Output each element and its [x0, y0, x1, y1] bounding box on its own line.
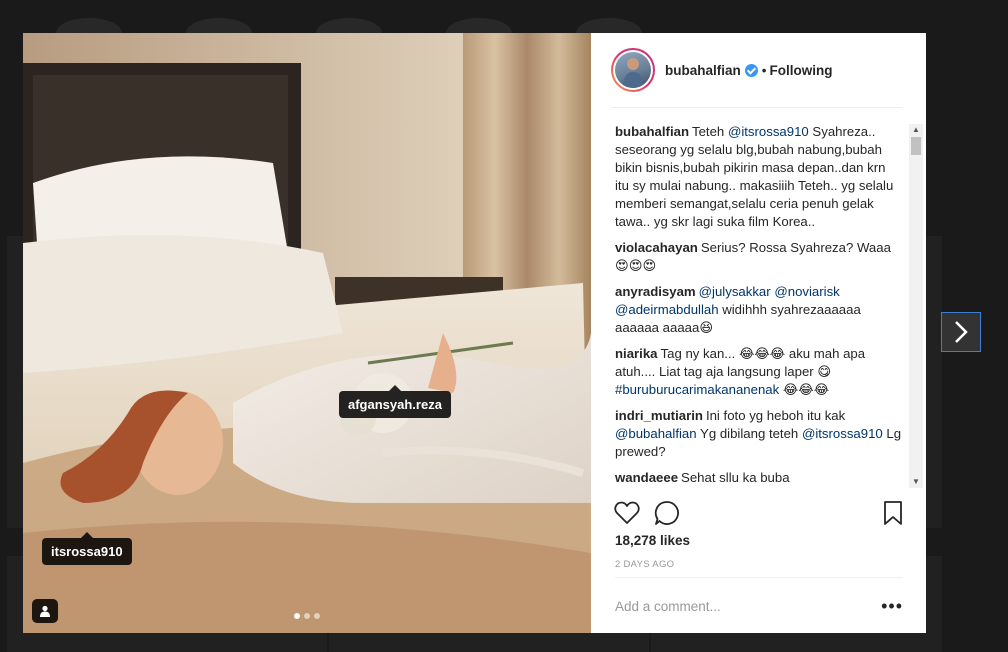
follow-status[interactable]: • Following — [762, 63, 833, 78]
comment-text: Yg dibilang teteh — [696, 426, 802, 441]
heart-outline-icon[interactable] — [613, 499, 641, 527]
speech-bubble-icon[interactable] — [653, 499, 681, 527]
add-comment-input[interactable] — [615, 598, 882, 614]
bookmark-icon[interactable] — [879, 499, 907, 527]
carousel-dots — [23, 613, 591, 619]
comment-text: Sehat sllu ka buba — [681, 470, 790, 485]
comment-mention-link[interactable]: @adeirmabdullah — [615, 302, 719, 317]
comment-text: Syahreza.. seseorang yg selalu blg,bubah… — [615, 124, 894, 229]
following-label: Following — [769, 62, 833, 78]
comment-username[interactable]: niarika — [615, 346, 658, 361]
comment-item: wandaeee Sehat sllu ka buba — [615, 469, 903, 487]
comments-list[interactable]: bubahalfian Teteh @itsrossa910 Syahreza..… — [615, 123, 903, 489]
user-tag-icon[interactable] — [32, 599, 58, 623]
avatar[interactable] — [611, 48, 655, 92]
comment-text: 😂😂😂 — [779, 382, 830, 397]
comment-item: violacahayan Serius? Rossa Syahreza? Waaa… — [615, 239, 903, 275]
comment-username[interactable]: violacahayan — [615, 240, 698, 255]
post-header: bubahalfian • Following — [611, 33, 902, 108]
carousel-dot — [294, 613, 300, 619]
comment-mention-link[interactable]: @itsrossa910 — [728, 124, 809, 139]
comment-username[interactable]: wandaeee — [615, 470, 678, 485]
comment-mention-link[interactable]: @noviarisk — [774, 284, 839, 299]
scroll-up-arrow-icon[interactable]: ▲ — [909, 124, 923, 136]
comment-mention-link[interactable]: @itsrossa910 — [802, 426, 883, 441]
chevron-right-icon — [955, 321, 968, 343]
scroll-down-arrow-icon[interactable]: ▼ — [909, 476, 923, 488]
comment-mention-link[interactable]: #buruburucarimakananenak — [615, 382, 779, 397]
photo-tag-itsrossa[interactable]: itsrossa910 — [42, 532, 132, 565]
scroll-thumb[interactable] — [911, 137, 921, 155]
comment-item: niarika Tag ny kan... 😂😂😂 aku mah apa atu… — [615, 345, 903, 399]
comment-username[interactable]: anyradisyam — [615, 284, 696, 299]
post-date[interactable]: 2 DAYS AGO — [615, 559, 674, 570]
comment-item: bubahalfian Teteh @itsrossa910 Syahreza..… — [615, 123, 903, 231]
post-modal: afgansyah.reza itsrossa910 bubahalfian •… — [23, 33, 926, 633]
comment-item: anyradisyam @julysakkar @noviarisk @adeir… — [615, 283, 903, 337]
more-options-button[interactable]: ••• — [881, 596, 903, 617]
post-sidebar: bubahalfian • Following bubahalfian Teteh … — [591, 33, 926, 633]
carousel-dot — [304, 613, 310, 619]
comments-scrollbar[interactable]: ▲ ▼ — [909, 124, 923, 488]
comment-username[interactable]: indri_mutiarin — [615, 408, 703, 423]
separator-dot: • — [761, 62, 767, 78]
comment-mention-link[interactable]: @bubahalfian — [615, 426, 697, 441]
post-photo[interactable]: afgansyah.reza itsrossa910 — [23, 33, 591, 633]
post-username[interactable]: bubahalfian — [665, 63, 741, 78]
post-actions — [613, 499, 903, 527]
comment-item: indri_mutiarin Ini foto yg heboh itu kak … — [615, 407, 903, 461]
comment-mention-link[interactable]: @julysakkar — [699, 284, 771, 299]
carousel-dot — [314, 613, 320, 619]
comment-text: Teteh — [692, 124, 728, 139]
photo-tag-afgansyah[interactable]: afgansyah.reza — [339, 385, 451, 418]
comment-text: Ini foto yg heboh itu kak — [705, 408, 846, 423]
verified-badge-icon — [744, 63, 758, 77]
add-comment-bar: ••• — [615, 577, 903, 634]
next-post-button[interactable] — [941, 312, 981, 352]
likes-count[interactable]: 18,278 likes — [615, 533, 690, 548]
comment-username[interactable]: bubahalfian — [615, 124, 689, 139]
